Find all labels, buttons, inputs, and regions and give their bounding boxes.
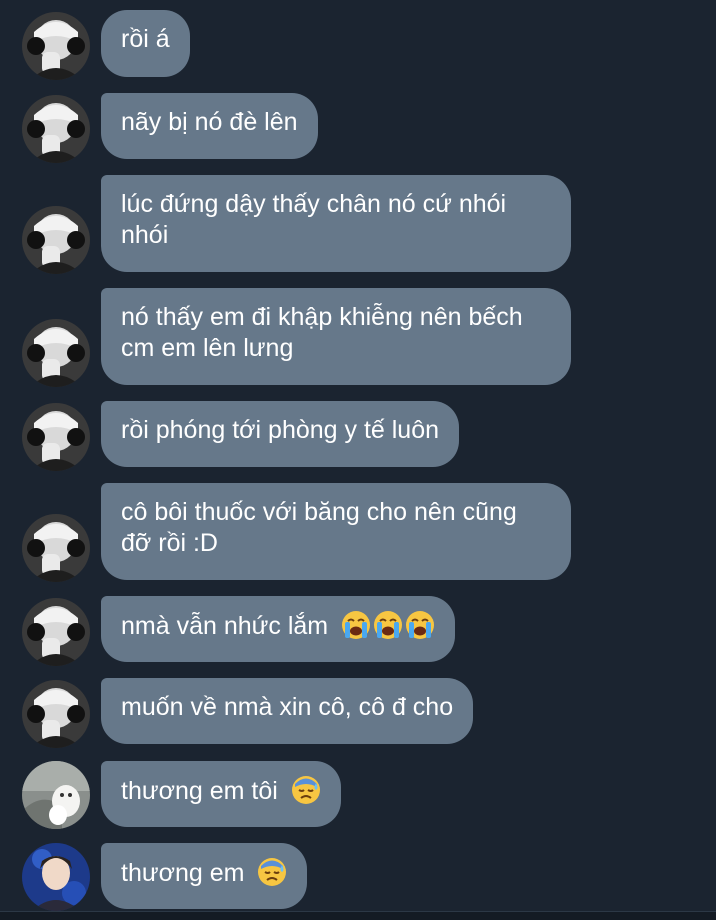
avatar[interactable] <box>22 680 90 748</box>
message-text: muốn về nmà xin cô, cô đ cho <box>121 693 454 721</box>
avatar[interactable] <box>22 95 90 163</box>
avatar-bw-headphones-icon <box>22 680 90 748</box>
message-bubble[interactable]: cô bôi thuốc với băng cho nên cũng đỡ rồ… <box>101 483 571 580</box>
avatar[interactable] <box>22 514 90 582</box>
message-text: cô bôi thuốc với băng cho nên cũng đỡ rồ… <box>121 498 517 557</box>
avatar-bw-headphones-icon <box>22 598 90 666</box>
message-text: nmà vẫn nhức lắm <box>121 612 329 640</box>
message-bubble[interactable]: rồi á <box>101 10 190 77</box>
avatar[interactable] <box>22 206 90 274</box>
message-bubble[interactable]: rồi phóng tới phòng y tế luôn <box>101 401 460 467</box>
chat-view: rồi á nãy bị nó đè lên lúc đứng dậy thấy… <box>0 0 716 920</box>
avatar[interactable] <box>22 843 90 911</box>
avatar[interactable] <box>22 12 90 80</box>
avatar-bw-headphones-icon <box>22 95 90 163</box>
message-bubble[interactable]: thương em tôi <box>101 761 341 827</box>
loudly-crying-face-icon <box>374 611 403 639</box>
message-text: rồi phóng tới phòng y tế luôn <box>121 416 440 444</box>
loudly-crying-face-icon <box>406 611 435 639</box>
message-text: thương em tôi <box>121 777 278 805</box>
avatar-cat-paw-icon <box>22 761 90 829</box>
message-text: lúc đứng dậy thấy chân nó cứ nhói nhói <box>121 190 507 249</box>
avatar-bw-headphones-icon <box>22 206 90 274</box>
message-bubble[interactable]: nmà vẫn nhức lắm <box>101 596 456 662</box>
message-text: nó thấy em đi khập khiễng nên bếch cm em… <box>121 303 523 362</box>
avatar-bw-headphones-icon <box>22 12 90 80</box>
message-text: thương em <box>121 859 245 887</box>
message-bubble[interactable]: lúc đứng dậy thấy chân nó cứ nhói nhói <box>101 175 571 272</box>
avatar-blue-portrait-icon <box>22 843 90 911</box>
avatar[interactable] <box>22 598 90 666</box>
avatar-bw-headphones-icon <box>22 514 90 582</box>
avatar-bw-headphones-icon <box>22 319 90 387</box>
message-bubble[interactable]: thương em <box>101 843 308 909</box>
avatar[interactable] <box>22 761 90 829</box>
message-text: nãy bị nó đè lên <box>121 108 298 136</box>
bottom-divider <box>0 911 716 920</box>
message-bubble[interactable]: nó thấy em đi khập khiễng nên bếch cm em… <box>101 288 571 385</box>
message-bubble[interactable]: nãy bị nó đè lên <box>101 93 318 159</box>
message-bubble[interactable]: muốn về nmà xin cô, cô đ cho <box>101 678 474 744</box>
downcast-face-with-sweat-icon <box>258 858 287 886</box>
downcast-face-with-sweat-icon <box>291 776 320 804</box>
avatar[interactable] <box>22 319 90 387</box>
message-text: rồi á <box>121 25 170 53</box>
avatar-bw-headphones-icon <box>22 403 90 471</box>
loudly-crying-face-icon <box>342 611 371 639</box>
avatar[interactable] <box>22 403 90 471</box>
